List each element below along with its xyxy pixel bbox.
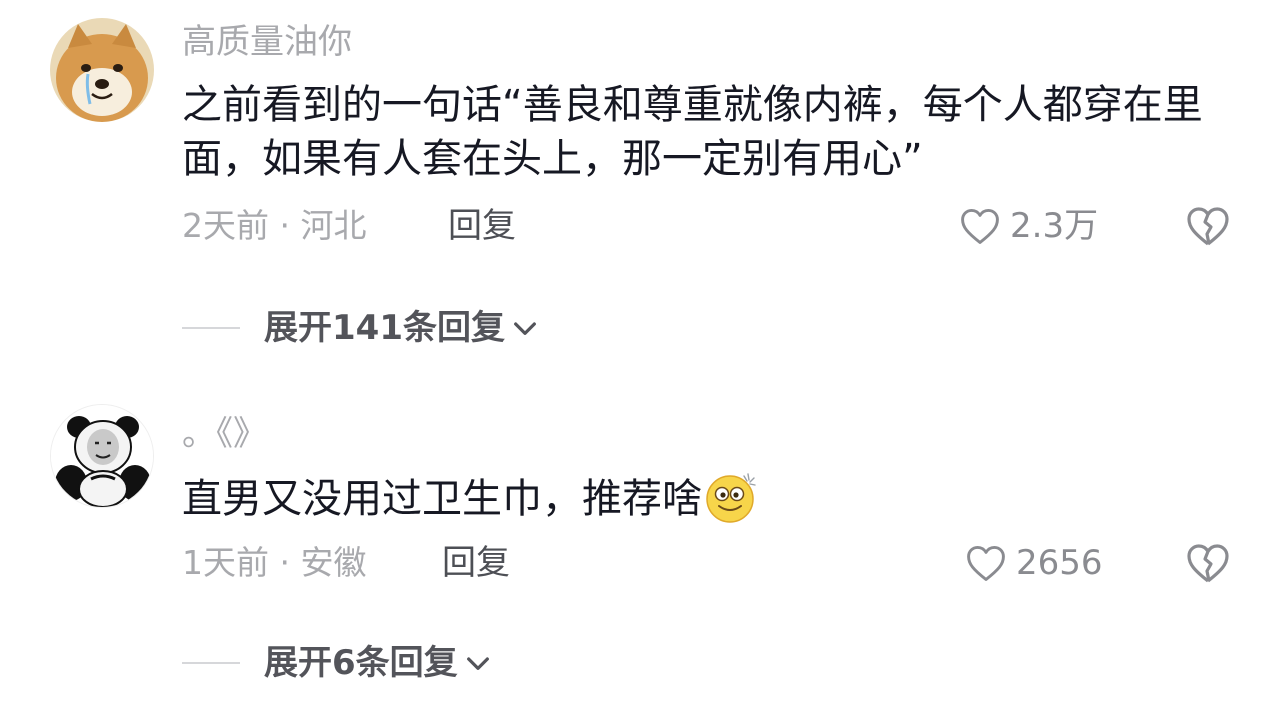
- like-button[interactable]: 2.3万: [958, 204, 1098, 248]
- expand-replies-button[interactable]: 展开6条回复: [182, 643, 494, 683]
- comment-text: 直男又没用过卫生巾，推荐啥: [182, 470, 1222, 526]
- comment-meta: 1天前 · 安徽: [182, 543, 367, 582]
- broken-heart-icon: [1187, 544, 1229, 583]
- comment-username[interactable]: 高质量油你: [182, 22, 352, 62]
- comment-text-content: 直男又没用过卫生巾，推荐啥: [182, 476, 702, 522]
- divider-line: [182, 662, 240, 664]
- chevron-down-icon: [514, 322, 536, 335]
- like-button[interactable]: 2656: [964, 541, 1103, 585]
- broken-heart-icon: [1187, 207, 1229, 246]
- reply-button[interactable]: 回复: [448, 206, 516, 246]
- expand-replies-label: 展开141条回复: [264, 308, 505, 348]
- comment-text: 之前看到的一句话“善良和尊重就像内裤，每个人都穿在里面，如果有人套在头上，那一定…: [182, 82, 1203, 182]
- heart-icon: [967, 545, 1005, 581]
- like-count: 2656: [1016, 543, 1103, 583]
- panda-meme-avatar[interactable]: [50, 404, 154, 508]
- shiba-dog-avatar[interactable]: [50, 18, 154, 122]
- dislike-button[interactable]: [1184, 539, 1232, 587]
- expand-replies-button[interactable]: 展开141条回复: [182, 308, 541, 348]
- dizzy-smile-emoji: [706, 473, 756, 523]
- divider-line: [182, 327, 240, 329]
- like-count: 2.3万: [1010, 206, 1099, 246]
- expand-replies-label: 展开6条回复: [264, 643, 458, 683]
- comment-meta: 2天前 · 河北: [182, 206, 367, 245]
- chevron-down-icon: [466, 657, 489, 670]
- comment-username[interactable]: 。《》: [182, 414, 267, 454]
- dislike-button[interactable]: [1184, 202, 1232, 250]
- reply-button[interactable]: 回复: [442, 543, 510, 583]
- heart-icon: [961, 208, 999, 244]
